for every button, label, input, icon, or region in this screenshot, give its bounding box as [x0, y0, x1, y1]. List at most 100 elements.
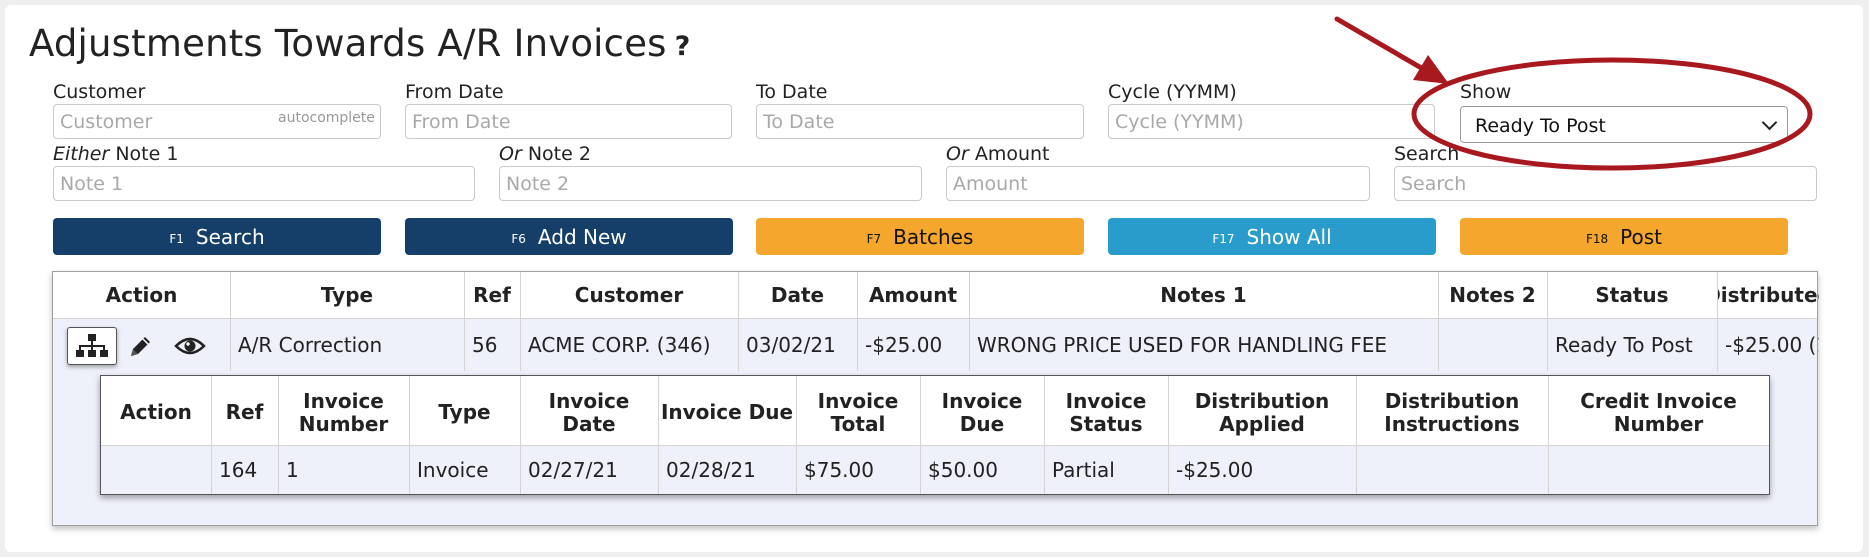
sub-cell-invoice-total: $75.00 [804, 458, 874, 482]
col-header-date: Date [770, 283, 825, 307]
to-date-label: To Date [756, 81, 828, 103]
cell-notes2 [1438, 319, 1547, 371]
col-header-status: Status [1595, 283, 1669, 307]
show-all-button-label: Show All [1246, 224, 1332, 249]
col-divider [409, 376, 410, 494]
col-divider [464, 272, 465, 371]
note1-input[interactable] [53, 166, 475, 201]
col-header-type: Type [320, 283, 374, 307]
cycle-input[interactable] [1108, 104, 1435, 139]
sub-col-header-distribution-applied: Distribution Applied [1194, 388, 1330, 436]
amount-label: Or Amount [946, 143, 1050, 165]
col-header-customer: Customer [574, 283, 684, 307]
amount-label-prefix: Or [946, 143, 969, 165]
col-divider [1356, 376, 1357, 494]
cell-ref: 56 [472, 333, 498, 357]
sub-cell-type: Invoice [417, 458, 489, 482]
show-all-button[interactable]: F17 Show All [1108, 218, 1436, 255]
col-divider [796, 376, 797, 494]
sub-col-header-credit-invoice-number: Credit Invoice Number [1580, 388, 1737, 436]
col-divider [969, 272, 970, 371]
post-button[interactable]: F18 Post [1460, 218, 1788, 255]
pencil-icon[interactable] [127, 334, 153, 364]
customer-label: Customer [53, 81, 146, 103]
batches-button-key: F7 [866, 231, 882, 246]
col-divider [658, 376, 659, 494]
amount-input[interactable] [946, 166, 1370, 201]
cell-distributed: -$25.00 (1) [1725, 333, 1819, 357]
note2-input[interactable] [499, 166, 922, 201]
sub-col-header-invoice-due-amount: Invoice Due [941, 388, 1023, 436]
note2-label-text: Note 2 [521, 143, 591, 165]
sub-col-header-invoice-number: Invoice Number [298, 388, 389, 436]
search-button-label: Search [195, 224, 265, 249]
search-button[interactable]: F1 Search [53, 218, 381, 255]
invoice-distribution-table: Action Ref Invoice Number Type Invoice D… [100, 375, 1770, 495]
eye-icon[interactable] [174, 334, 206, 362]
post-button-key: F18 [1585, 231, 1609, 246]
sub-col-header-distribution-instructions: Distribution Instructions [1384, 388, 1520, 436]
cell-date: 03/02/21 [746, 333, 836, 357]
cell-notes1: WRONG PRICE USED FOR HANDLING FEE [977, 333, 1387, 357]
show-select-value: Ready To Post [1475, 115, 1606, 137]
table-row[interactable]: A/R Correction 56 ACME CORP. (346) 03/02… [53, 319, 1819, 371]
add-new-button[interactable]: F6 Add New [405, 218, 733, 255]
autocomplete-hint: autocomplete [278, 110, 375, 126]
show-label: Show [1460, 81, 1512, 103]
hierarchy-icon[interactable] [67, 327, 117, 365]
from-date-input[interactable] [405, 104, 732, 139]
sub-col-header-action: Action [120, 400, 192, 424]
sub-cell-invoice-status: Partial [1052, 458, 1115, 482]
col-header-ref: Ref [473, 283, 511, 307]
to-date-input[interactable] [756, 104, 1084, 139]
sub-col-header-invoice-status: Invoice Status [1065, 388, 1147, 436]
note1-label-text: Note 1 [109, 143, 179, 165]
sub-cell-credit-invoice-number [1548, 446, 1769, 494]
page-title-text: Adjustments Towards A/R Invoices [29, 22, 667, 65]
sub-cell-invoice-date: 02/27/21 [528, 458, 618, 482]
table-header-row: Action Type Ref Customer Date Amount Not… [53, 272, 1819, 319]
cell-amount: -$25.00 [865, 333, 943, 357]
col-divider [1168, 376, 1169, 494]
help-icon[interactable]: ? [675, 31, 691, 62]
sub-col-header-invoice-total: Invoice Total [817, 388, 899, 436]
batches-button[interactable]: F7 Batches [756, 218, 1084, 255]
col-header-action: Action [105, 283, 178, 307]
note1-label: Either Note 1 [53, 143, 178, 165]
cell-customer: ACME CORP. (346) [528, 333, 711, 357]
cell-type: A/R Correction [238, 333, 383, 357]
batches-button-label: Batches [893, 224, 974, 249]
note2-label: Or Note 2 [499, 143, 591, 165]
note2-label-prefix: Or [499, 143, 522, 165]
col-header-distributed: Distributed [1717, 283, 1819, 307]
cell-status: Ready To Post [1555, 333, 1693, 357]
from-date-label: From Date [405, 81, 504, 103]
col-divider [857, 272, 858, 371]
sub-table-header-row: Action Ref Invoice Number Type Invoice D… [101, 376, 1769, 446]
col-divider [520, 376, 521, 494]
col-divider [1547, 272, 1548, 371]
sub-cell-ref: 164 [219, 458, 258, 482]
col-divider [278, 376, 279, 494]
show-select[interactable]: Ready To Post [1460, 106, 1788, 143]
col-header-notes1: Notes 1 [1160, 283, 1247, 307]
sub-cell-distribution-applied: -$25.00 [1176, 458, 1254, 482]
col-divider [738, 272, 739, 371]
post-button-label: Post [1620, 224, 1663, 249]
table-row[interactable]: 164 1 Invoice 02/27/21 02/28/21 $75.00 $… [101, 446, 1769, 494]
sub-cell-invoice-due-amount: $50.00 [928, 458, 998, 482]
cycle-label: Cycle (YYMM) [1108, 81, 1237, 103]
page-title: Adjustments Towards A/R Invoices? [29, 22, 691, 65]
sub-cell-invoice-number: 1 [286, 458, 299, 482]
chevron-down-icon [1761, 114, 1778, 131]
sub-cell-invoice-due: 02/28/21 [666, 458, 756, 482]
col-divider [1717, 272, 1718, 371]
show-all-button-key: F17 [1212, 231, 1235, 246]
col-divider [211, 376, 212, 494]
col-header-notes2: Notes 2 [1449, 283, 1536, 307]
note1-label-prefix: Either [53, 143, 110, 165]
sub-col-header-invoice-date: Invoice Date [548, 388, 630, 436]
col-divider [920, 376, 921, 494]
search-input[interactable] [1394, 166, 1817, 201]
col-header-amount: Amount [868, 283, 958, 307]
